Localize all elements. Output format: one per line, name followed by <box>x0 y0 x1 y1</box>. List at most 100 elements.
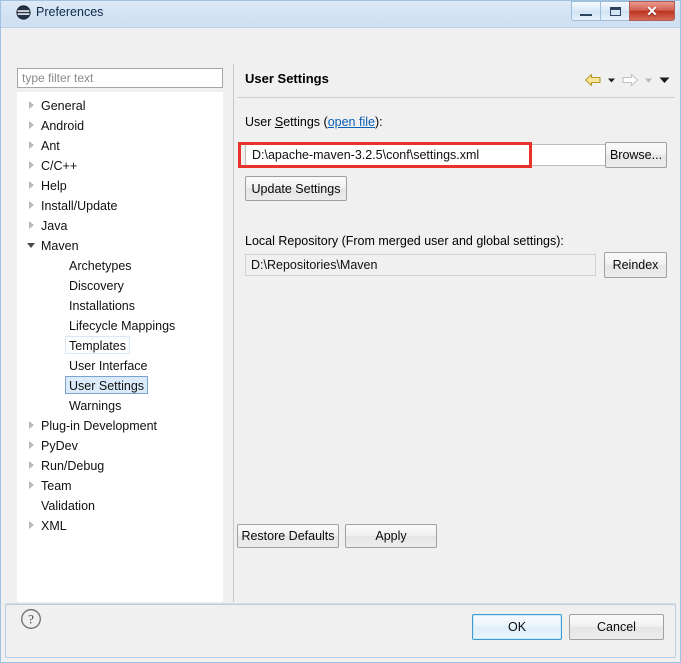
sidebar-item-label: PyDev <box>41 439 78 453</box>
sidebar-item-lifecycle-mappings[interactable]: Lifecycle Mappings <box>65 316 179 334</box>
sidebar-item-label: Install/Update <box>41 199 118 213</box>
sidebar-item-c-c[interactable]: C/C++ <box>37 156 81 174</box>
local-repository-label: Local Repository (From merged user and g… <box>245 234 564 248</box>
sidebar-item-discovery[interactable]: Discovery <box>65 276 128 294</box>
update-settings-button[interactable]: Update Settings <box>245 176 347 201</box>
sidebar-item-team[interactable]: Team <box>37 476 76 494</box>
sidebar-item-label: Maven <box>41 239 79 253</box>
sidebar-item-plug-in-development[interactable]: Plug-in Development <box>37 416 161 434</box>
reindex-button[interactable]: Reindex <box>604 252 667 278</box>
restore-defaults-button[interactable]: Restore Defaults <box>237 524 339 548</box>
panel-divider <box>233 64 234 602</box>
sidebar-item-archetypes[interactable]: Archetypes <box>65 256 136 274</box>
sidebar-item-general[interactable]: General <box>37 96 89 114</box>
tree-expanded-triangle-icon[interactable] <box>27 236 37 254</box>
sidebar-item-xml[interactable]: XML <box>37 516 71 534</box>
svg-text:?: ? <box>28 612 34 627</box>
sidebar-item-label: Run/Debug <box>41 459 105 473</box>
forward-history-chevron-down-icon <box>643 73 654 87</box>
panel-header-divider <box>237 97 675 98</box>
sidebar-item-label: Java <box>41 219 68 233</box>
sidebar-item-pydev[interactable]: PyDev <box>37 436 82 454</box>
page-title: User Settings <box>245 71 329 86</box>
close-button[interactable]: ✕ <box>629 1 675 21</box>
close-icon: ✕ <box>646 3 658 19</box>
user-settings-path-input[interactable] <box>245 144 607 166</box>
tree-collapsed-triangle-icon[interactable] <box>27 436 37 454</box>
user-settings-label: User Settings (open file): <box>245 115 383 129</box>
sidebar-item-label: Lifecycle Mappings <box>69 319 176 333</box>
minimize-icon <box>580 14 592 16</box>
sidebar-item-user-settings[interactable]: User Settings <box>65 376 149 394</box>
panel-navigation <box>584 72 670 88</box>
sidebar-item-label: User Settings <box>69 379 145 393</box>
preferences-tree[interactable]: General Android Ant C/C++ Help Install/Update… <box>17 92 223 602</box>
sidebar-item-label: Validation <box>41 499 95 513</box>
user-settings-label-suffix: ): <box>374 115 383 129</box>
view-menu-chevron-down-icon[interactable] <box>658 73 670 87</box>
sidebar-item-user-interface[interactable]: User Interface <box>65 356 152 374</box>
browse-button[interactable]: Browse... <box>605 142 667 168</box>
sidebar-item-java[interactable]: Java <box>37 216 71 234</box>
maximize-icon <box>610 7 621 16</box>
title-bar: Preferences ✕ <box>0 0 681 28</box>
sidebar-item-maven[interactable]: Maven <box>37 236 83 254</box>
sidebar-item-label: XML <box>41 519 67 533</box>
sidebar-item-android[interactable]: Android <box>37 116 88 134</box>
sidebar-item-label: Help <box>41 179 67 193</box>
tree-collapsed-triangle-icon[interactable] <box>27 136 37 154</box>
sidebar-item-help[interactable]: Help <box>37 176 71 194</box>
apply-button[interactable]: Apply <box>345 524 437 548</box>
sidebar-item-label: Archetypes <box>69 259 132 273</box>
back-history-chevron-down-icon[interactable] <box>606 73 617 87</box>
sidebar-item-label: Team <box>41 479 72 493</box>
user-settings-label-prefix: User <box>245 115 275 129</box>
sidebar-item-label: Templates <box>69 339 126 353</box>
sidebar-item-templates[interactable]: Templates <box>65 336 130 354</box>
sidebar-item-install-update[interactable]: Install/Update <box>37 196 121 214</box>
tree-collapsed-triangle-icon[interactable] <box>27 156 37 174</box>
window-controls: ✕ <box>571 1 675 22</box>
tree-collapsed-triangle-icon[interactable] <box>27 116 37 134</box>
sidebar-item-label: Discovery <box>69 279 124 293</box>
maximize-button[interactable] <box>600 1 629 21</box>
sidebar-item-label: Ant <box>41 139 60 153</box>
tree-collapsed-triangle-icon[interactable] <box>27 476 37 494</box>
sidebar-item-label: General <box>41 99 86 113</box>
sidebar-item-label: Plug-in Development <box>41 419 158 433</box>
user-settings-panel: User Settings User Settings (open file):… <box>237 64 675 602</box>
user-settings-label-mnemonic: S <box>274 115 284 129</box>
tree-collapsed-triangle-icon[interactable] <box>27 416 37 434</box>
sidebar-item-label: C/C++ <box>41 159 78 173</box>
filter-input[interactable] <box>17 68 223 88</box>
preferences-icon <box>16 5 31 20</box>
sidebar-item-label: Android <box>41 119 85 133</box>
tree-collapsed-triangle-icon[interactable] <box>27 96 37 114</box>
preferences-dialog-window: Preferences ✕ General Android Ant C/C++ Help… <box>0 0 681 663</box>
window-title: Preferences <box>36 5 104 19</box>
local-repository-input[interactable] <box>245 254 596 276</box>
sidebar-item-label: User Interface <box>69 359 148 373</box>
dialog-body: General Android Ant C/C++ Help Install/Update… <box>0 28 681 663</box>
tree-collapsed-triangle-icon[interactable] <box>27 216 37 234</box>
tree-collapsed-triangle-icon[interactable] <box>27 456 37 474</box>
tree-collapsed-triangle-icon[interactable] <box>27 516 37 534</box>
forward-arrow-icon <box>621 73 639 87</box>
minimize-button[interactable] <box>571 1 600 21</box>
tree-collapsed-triangle-icon[interactable] <box>27 176 37 194</box>
sidebar-item-warnings[interactable]: Warnings <box>65 396 125 414</box>
cancel-button[interactable]: Cancel <box>569 614 664 640</box>
sidebar-item-installations[interactable]: Installations <box>65 296 139 314</box>
user-settings-label-rest: ettings ( <box>283 115 328 129</box>
sidebar-item-label: Warnings <box>69 399 122 413</box>
content-frame: General Android Ant C/C++ Help Install/Update… <box>5 30 676 602</box>
sidebar-item-ant[interactable]: Ant <box>37 136 64 154</box>
sidebar-item-run-debug[interactable]: Run/Debug <box>37 456 108 474</box>
tree-collapsed-triangle-icon[interactable] <box>27 196 37 214</box>
ok-button[interactable]: OK <box>472 614 562 640</box>
sidebar-item-label: Installations <box>69 299 136 313</box>
open-file-link[interactable]: open file <box>328 115 375 129</box>
sidebar-item-validation[interactable]: Validation <box>37 496 99 514</box>
help-question-icon[interactable]: ? <box>20 608 42 630</box>
back-arrow-icon[interactable] <box>584 73 602 87</box>
